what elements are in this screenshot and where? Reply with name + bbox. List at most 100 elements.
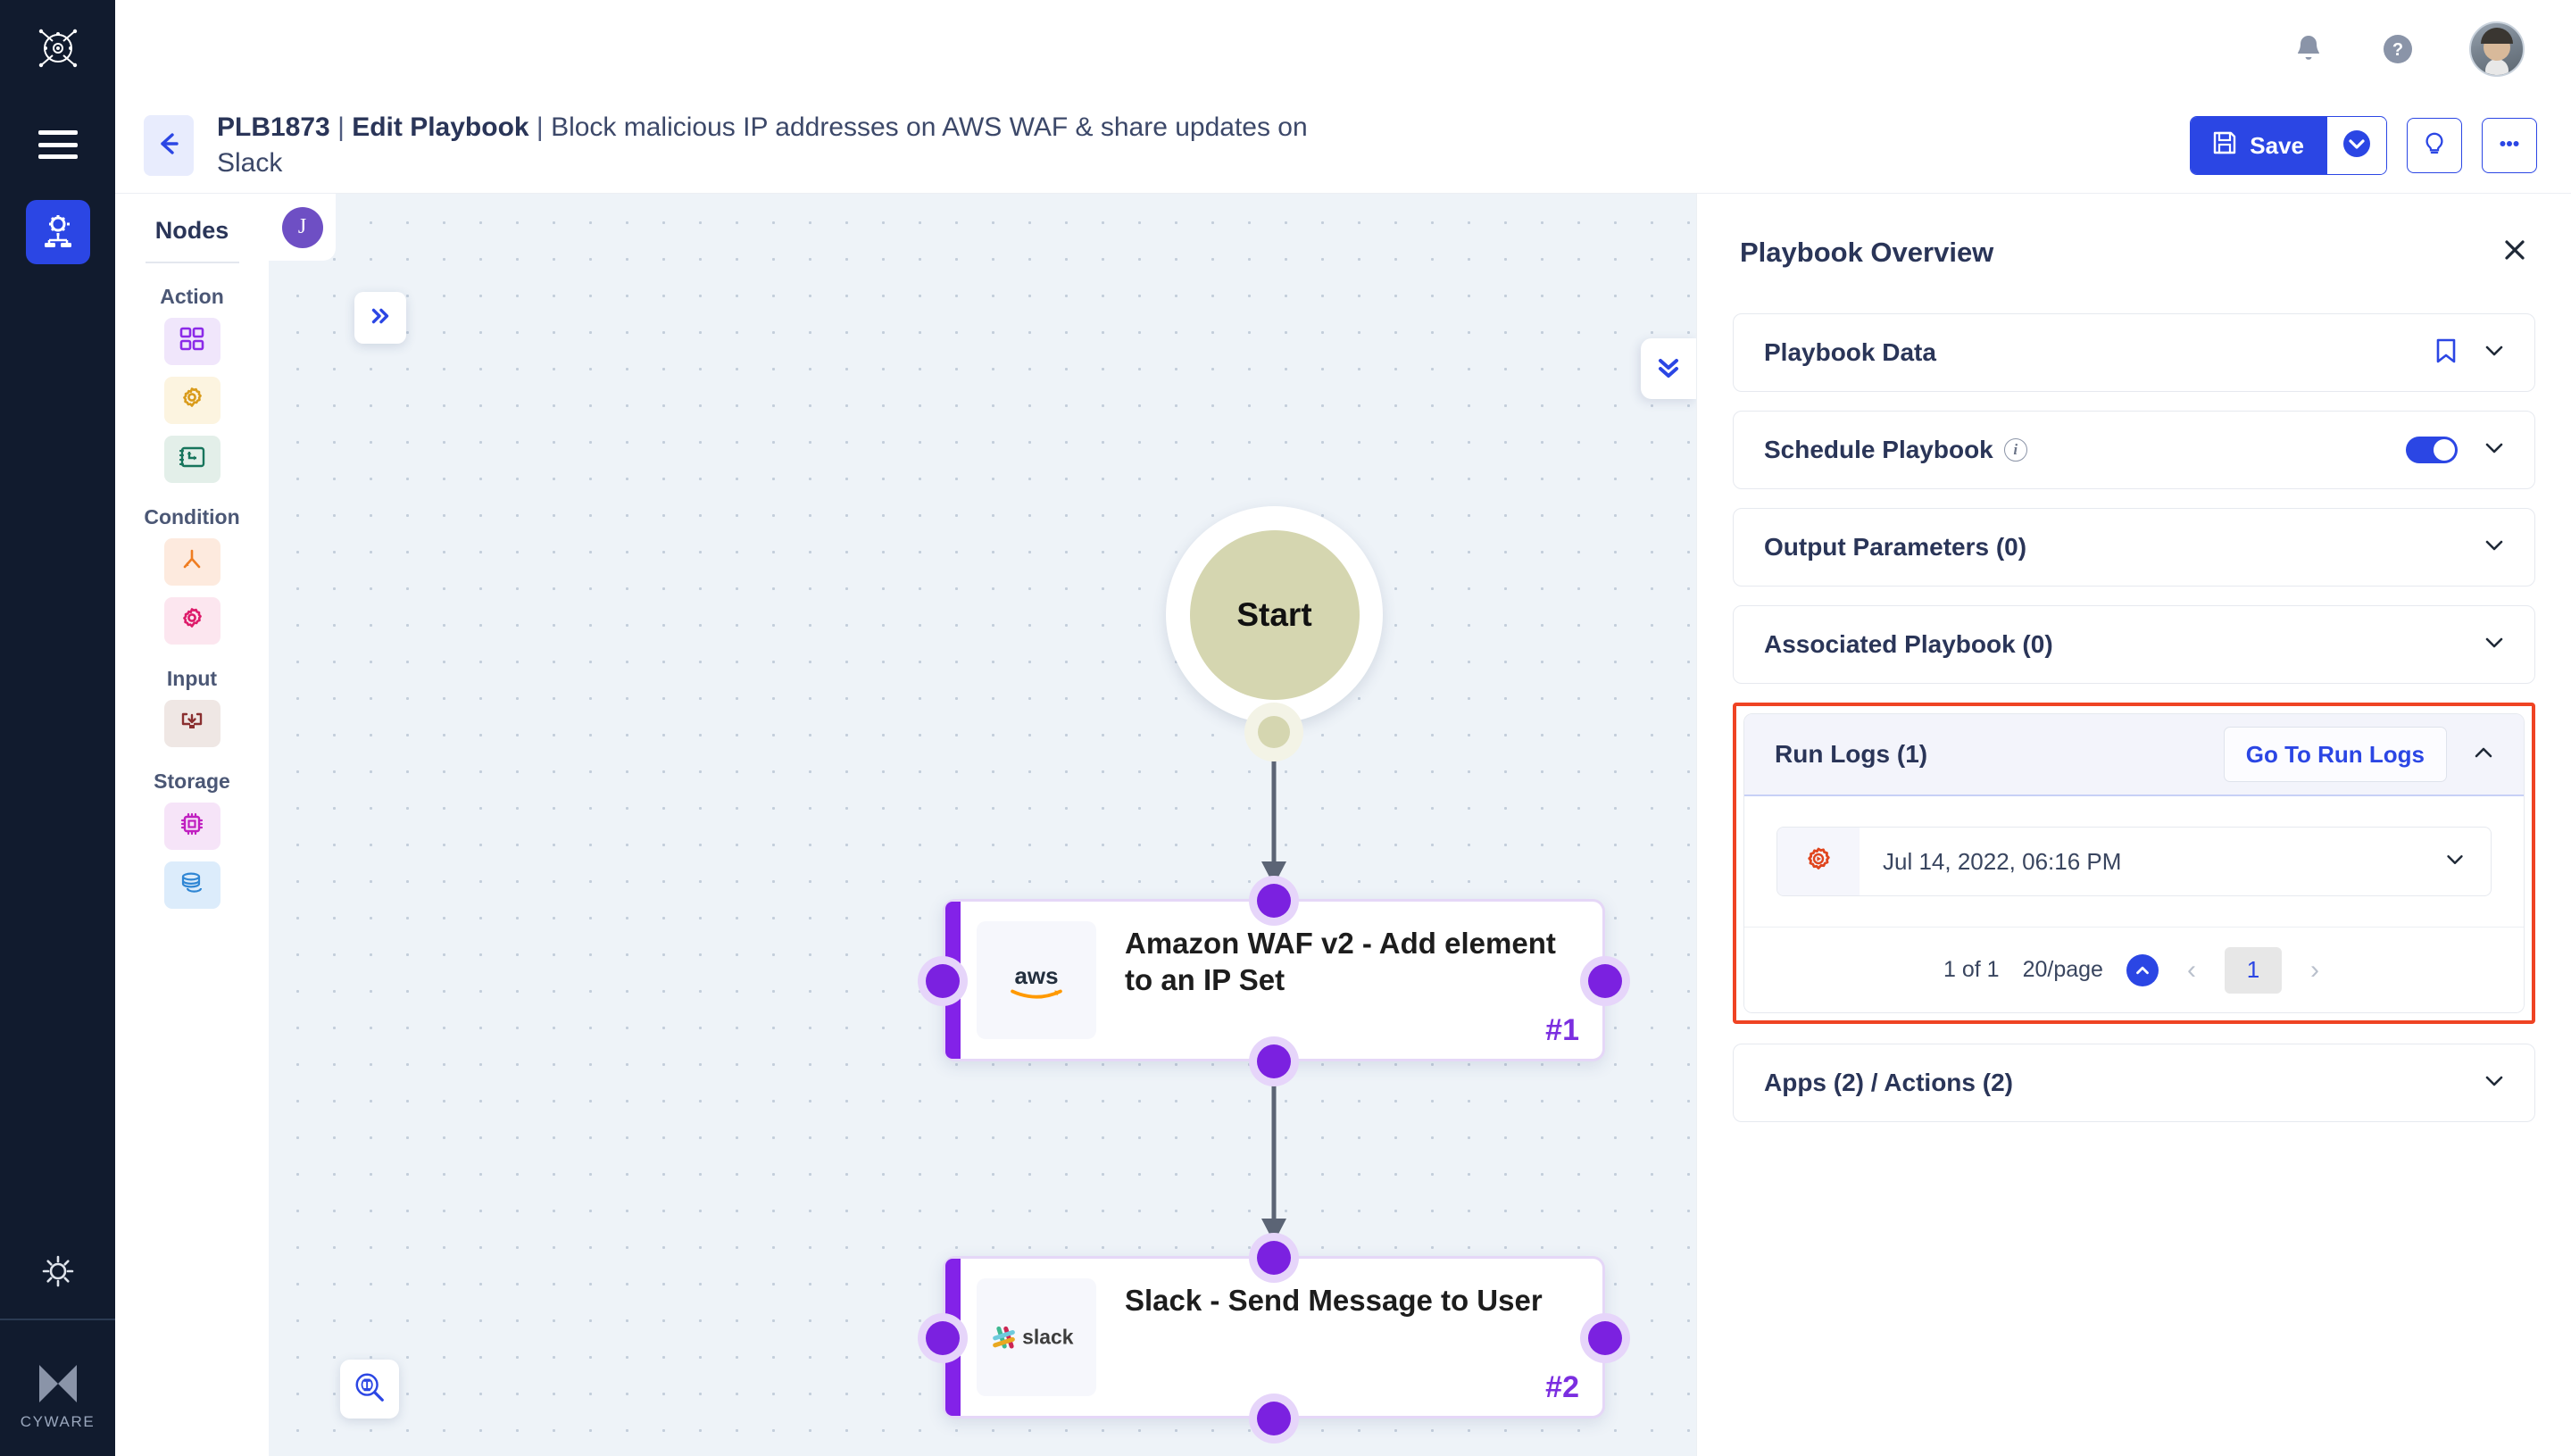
back-button[interactable] bbox=[144, 115, 194, 176]
chevron-right-icon[interactable]: › bbox=[2305, 955, 2325, 986]
run-logs-header[interactable]: Run Logs (1) Go To Run Logs bbox=[1744, 714, 2524, 796]
primary-nav-rail: CYWARE bbox=[0, 0, 115, 1456]
chevron-down-icon[interactable] bbox=[2481, 532, 2508, 563]
avatar-initial[interactable]: J bbox=[282, 207, 323, 248]
page-size-label[interactable]: 20/page bbox=[2023, 957, 2103, 983]
main-column: ? PLB1873 | Edit Playbook | Block malici… bbox=[115, 0, 2571, 1456]
section-apps-actions[interactable]: Apps (2) / Actions (2) bbox=[1733, 1044, 2535, 1122]
bookmark-icon[interactable] bbox=[2434, 337, 2458, 369]
chevron-down-circle-icon bbox=[2342, 129, 2372, 163]
memory-storage-node[interactable] bbox=[164, 803, 220, 850]
expand-palette-button[interactable] bbox=[354, 292, 406, 344]
chevron-down-icon[interactable] bbox=[2481, 629, 2508, 661]
section-output-parameters-header[interactable]: Output Parameters (0) bbox=[1734, 509, 2534, 586]
gear-condition-node[interactable] bbox=[164, 597, 220, 645]
branch-icon bbox=[179, 546, 205, 578]
section-label: Output Parameters (0) bbox=[1764, 533, 2026, 562]
arrow-left-icon bbox=[154, 129, 183, 162]
branch-condition-node[interactable] bbox=[164, 538, 220, 586]
slack-node-output-port[interactable] bbox=[1249, 1394, 1299, 1444]
app-action-node[interactable] bbox=[164, 318, 220, 365]
section-actions bbox=[2481, 1068, 2508, 1099]
chevron-left-icon[interactable]: ‹ bbox=[2182, 955, 2201, 986]
slack-node-left-port[interactable] bbox=[918, 1313, 968, 1363]
section-schedule-playbook[interactable]: Schedule Playbook i bbox=[1733, 411, 2535, 489]
slack-node-right-port[interactable] bbox=[1580, 1313, 1630, 1363]
section-associated-playbook[interactable]: Associated Playbook (0) bbox=[1733, 605, 2535, 684]
section-label: Associated Playbook (0) bbox=[1764, 630, 2053, 659]
section-schedule-playbook-header[interactable]: Schedule Playbook i bbox=[1734, 412, 2534, 488]
chevrons-right-icon bbox=[367, 303, 394, 334]
save-button-label: Save bbox=[2250, 132, 2304, 160]
avatar[interactable] bbox=[2469, 21, 2525, 77]
section-label: Playbook Data bbox=[1764, 338, 1936, 367]
hamburger-icon[interactable] bbox=[38, 130, 78, 159]
page-size-dropdown[interactable] bbox=[2126, 954, 2159, 986]
slack-logo: slack bbox=[977, 1278, 1096, 1396]
title-separator: | bbox=[529, 112, 551, 142]
playbook-overview-panel: Playbook Overview Playbook Data bbox=[1696, 194, 2571, 1456]
node-number: #1 bbox=[1545, 1013, 1579, 1048]
save-button-group[interactable]: Save bbox=[2190, 116, 2387, 175]
database-storage-node[interactable] bbox=[164, 861, 220, 909]
tips-button[interactable] bbox=[2407, 118, 2462, 173]
chevron-down-icon[interactable] bbox=[2481, 435, 2508, 466]
aws-node-left-port[interactable] bbox=[918, 956, 968, 1006]
more-options-button[interactable] bbox=[2482, 118, 2537, 173]
cyware-target-icon[interactable] bbox=[31, 21, 85, 75]
page-number-1[interactable]: 1 bbox=[2225, 947, 2282, 994]
zoom-fit-button[interactable] bbox=[340, 1360, 399, 1419]
flow-canvas[interactable]: J bbox=[269, 194, 1696, 1456]
start-node-output-port[interactable] bbox=[1244, 703, 1303, 761]
section-playbook-data[interactable]: Playbook Data bbox=[1733, 313, 2535, 392]
question-circle-icon[interactable]: ? bbox=[2380, 31, 2416, 67]
gear-icon bbox=[179, 385, 205, 416]
svg-text:slack: slack bbox=[1022, 1325, 1074, 1348]
section-label-text: Schedule Playbook bbox=[1764, 436, 1993, 463]
run-logs-pagination: 1 of 1 20/page ‹ 1 › bbox=[1744, 927, 2524, 1012]
section-label: Schedule Playbook i bbox=[1764, 436, 2027, 464]
chevron-down-icon[interactable] bbox=[2481, 337, 2508, 369]
collapse-panel-button[interactable] bbox=[1641, 338, 1696, 399]
info-icon[interactable]: i bbox=[2004, 438, 2027, 462]
go-to-run-logs-button[interactable]: Go To Run Logs bbox=[2224, 727, 2447, 782]
aws-node-right-port[interactable] bbox=[1580, 956, 1630, 1006]
playbook-id: PLB1873 bbox=[217, 112, 330, 142]
user-input-node[interactable] bbox=[164, 700, 220, 747]
section-actions bbox=[2481, 629, 2508, 661]
section-playbook-data-header[interactable]: Playbook Data bbox=[1734, 314, 2534, 391]
section-run-logs: Run Logs (1) Go To Run Logs bbox=[1743, 713, 2525, 1013]
close-icon[interactable] bbox=[2501, 237, 2528, 269]
zoom-fit-icon bbox=[353, 1370, 387, 1409]
svg-text:?: ? bbox=[2392, 40, 2403, 60]
utility-action-node[interactable] bbox=[164, 377, 220, 424]
chevron-up-icon[interactable] bbox=[2470, 739, 2497, 770]
slack-node-input-port[interactable] bbox=[1249, 1233, 1299, 1283]
cyware-x-icon bbox=[34, 1360, 82, 1408]
section-output-parameters[interactable]: Output Parameters (0) bbox=[1733, 508, 2535, 587]
aws-node-input-port[interactable] bbox=[1249, 876, 1299, 926]
go-to-run-logs-label: Go To Run Logs bbox=[2246, 741, 2425, 769]
palette-group-label: Condition bbox=[144, 505, 239, 529]
run-log-entry[interactable]: Jul 14, 2022, 06:16 PM bbox=[1776, 827, 2492, 896]
playbook-editor-app: CYWARE ? bbox=[0, 0, 2571, 1456]
aws-node-output-port[interactable] bbox=[1249, 1036, 1299, 1086]
start-node[interactable]: Start bbox=[1166, 506, 1383, 723]
schedule-playbook-toggle[interactable] bbox=[2406, 437, 2458, 463]
save-button[interactable]: Save bbox=[2191, 117, 2327, 174]
subroutine-node[interactable] bbox=[164, 436, 220, 483]
chevron-down-icon[interactable] bbox=[2481, 1068, 2508, 1099]
sidebar-item-settings[interactable] bbox=[36, 1249, 80, 1294]
chevron-down-icon[interactable] bbox=[2442, 847, 2491, 877]
chevrons-down-icon bbox=[1653, 352, 1684, 387]
palette-group-label: Action bbox=[160, 285, 224, 309]
save-options-dropdown[interactable] bbox=[2327, 117, 2386, 174]
sidebar-item-playbooks[interactable] bbox=[26, 200, 90, 264]
editor-body: Nodes Action bbox=[115, 194, 2571, 1456]
bell-icon[interactable] bbox=[2291, 31, 2326, 67]
node-palette: Nodes Action bbox=[115, 194, 269, 1456]
palette-title: Nodes bbox=[155, 217, 229, 245]
section-apps-actions-header[interactable]: Apps (2) / Actions (2) bbox=[1734, 1044, 2534, 1121]
section-associated-playbook-header[interactable]: Associated Playbook (0) bbox=[1734, 606, 2534, 683]
slack-node-label: Slack - Send Message to User bbox=[1096, 1259, 1602, 1416]
